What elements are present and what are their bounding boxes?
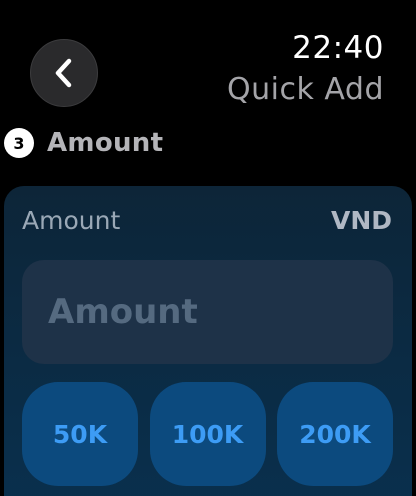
amount-input[interactable]: [22, 260, 393, 364]
app-title: Quick Add: [227, 72, 384, 107]
quick-amount-100k-button[interactable]: 100K: [149, 382, 266, 486]
chevron-left-icon: [55, 58, 72, 88]
step-header: 3 Amount: [4, 128, 163, 158]
amount-card: Amount VND 50K 100K 200K: [4, 186, 412, 496]
back-button[interactable]: [30, 39, 98, 107]
step-number-badge: 3: [4, 128, 34, 158]
quick-amount-50k-button[interactable]: 50K: [22, 382, 138, 486]
quick-amount-200k-button[interactable]: 200K: [277, 382, 393, 486]
quick-add-amount-screen: 22:40 Quick Add 3 Amount Amount VND 50K …: [0, 0, 416, 496]
quick-amount-buttons: 50K 100K 200K: [22, 382, 393, 486]
amount-label: Amount: [22, 206, 121, 235]
currency-label: VND: [330, 206, 392, 235]
step-title: Amount: [47, 128, 164, 158]
clock-time: 22:40: [292, 30, 384, 66]
